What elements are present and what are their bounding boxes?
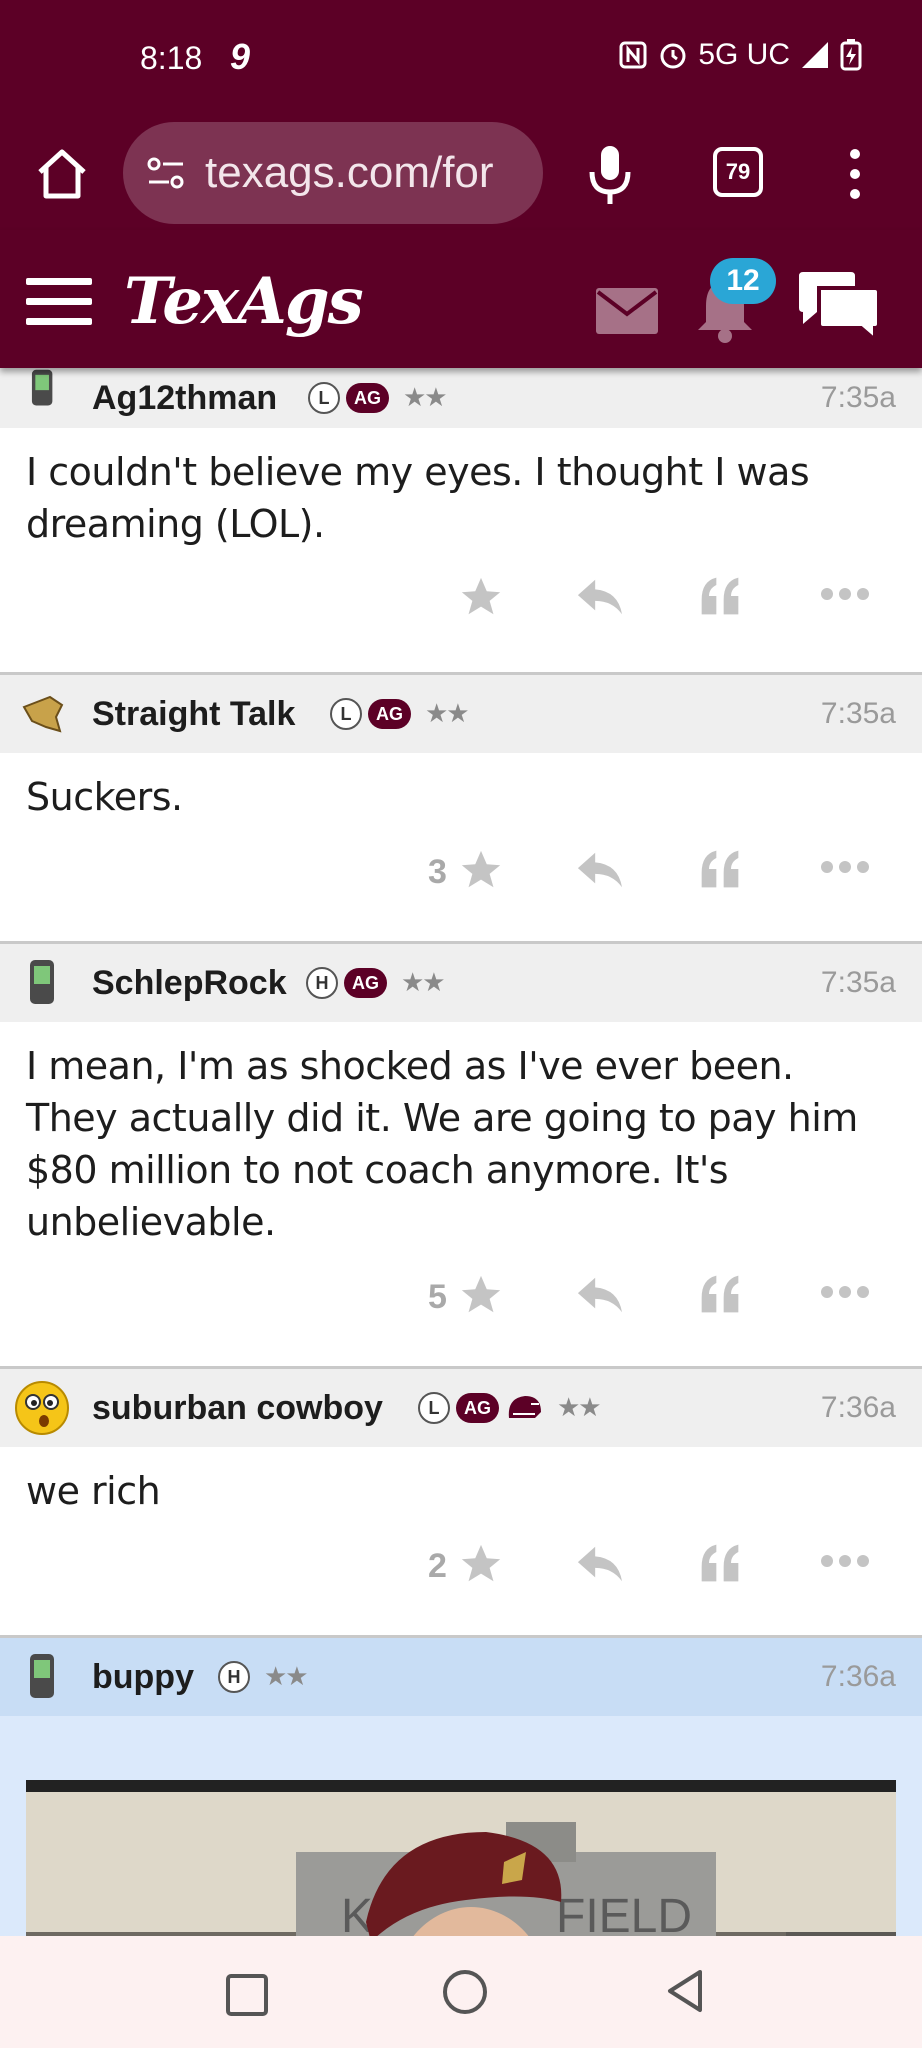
back-icon[interactable]	[664, 1968, 706, 2014]
ag-badge: AG	[346, 383, 389, 413]
network-type: 5G UC	[698, 38, 790, 71]
star-icon[interactable]	[458, 1541, 504, 1587]
post: Straight Talk L AG ★★ 7:35a Suckers. 3	[0, 675, 922, 944]
post-actions: 3	[0, 823, 922, 941]
mic-icon[interactable]	[580, 142, 640, 208]
post-body: I couldn't believe my eyes. I thought I …	[26, 450, 810, 546]
rating-stars: ★★	[425, 699, 470, 729]
battery-charging-icon	[840, 39, 862, 71]
more-options-icon[interactable]	[820, 1553, 870, 1569]
post-body: we rich	[26, 1469, 161, 1513]
post-actions	[0, 550, 922, 672]
post: SchlepRock H AG ★★ 7:35a I mean, I'm as …	[0, 944, 922, 1369]
star-icon[interactable]	[458, 574, 504, 620]
star-count: 5	[428, 1278, 447, 1316]
status-time: 8:18	[140, 40, 203, 76]
membership-badge: L	[308, 382, 340, 414]
post-username[interactable]: Straight Talk	[92, 695, 295, 734]
more-options-icon[interactable]	[820, 859, 870, 875]
membership-badge: L	[418, 1392, 450, 1424]
post-header: SchlepRock H AG ★★ 7:35a	[0, 944, 922, 1022]
carrier-glyph: 9	[230, 36, 251, 77]
membership-badge: H	[306, 967, 338, 999]
post-header: buppy H ★★ 7:36a	[0, 1638, 922, 1716]
mail-icon[interactable]	[596, 288, 658, 334]
phone-avatar-icon[interactable]	[20, 1650, 66, 1704]
user-badges: L AG ★★	[330, 698, 470, 730]
user-badges: H AG ★★	[306, 967, 446, 999]
post-body: I mean, I'm as shocked as I've ever been…	[26, 1044, 858, 1244]
post-time: 7:35a	[820, 381, 896, 414]
hamburger-icon[interactable]	[26, 278, 92, 328]
membership-badge: H	[218, 1661, 250, 1693]
recent-apps-button[interactable]	[226, 1974, 268, 2016]
star-icon[interactable]	[458, 1272, 504, 1318]
ag-badge: AG	[344, 968, 387, 998]
site-header: TexAgs 12	[0, 230, 922, 368]
nfc-icon	[619, 41, 647, 69]
star-count: 3	[428, 853, 447, 891]
post-actions: 5	[0, 1248, 922, 1366]
post-username[interactable]: SchlepRock	[92, 964, 287, 1003]
quote-icon[interactable]	[698, 574, 742, 618]
system-nav-bar	[0, 1936, 922, 2048]
post-username[interactable]: suburban cowboy	[92, 1389, 383, 1428]
home-icon[interactable]	[30, 142, 94, 206]
status-icons: 5G UC	[618, 38, 862, 72]
more-options-icon[interactable]	[820, 586, 870, 602]
home-button[interactable]	[443, 1970, 487, 2014]
address-bar[interactable]: texags.com/for	[123, 122, 543, 224]
reply-icon[interactable]	[574, 1272, 624, 1318]
star-count: 2	[428, 1547, 447, 1585]
post-time: 7:35a	[820, 966, 896, 999]
site-logo[interactable]: TexAgs	[124, 264, 364, 339]
surprised-face-avatar-icon[interactable]	[14, 1378, 70, 1438]
reply-icon[interactable]	[574, 847, 624, 893]
rating-stars: ★★	[403, 383, 448, 413]
ag-badge: AG	[456, 1393, 499, 1423]
more-icon[interactable]	[840, 144, 870, 204]
post-body: Suckers.	[26, 775, 183, 819]
post: Ag12thman L AG ★★ 7:35a I couldn't belie…	[0, 368, 922, 675]
ag-badge: AG	[368, 699, 411, 729]
post-time: 7:36a	[820, 1660, 896, 1693]
browser-toolbar: texags.com/for 79	[0, 120, 922, 230]
hand-avatar-icon[interactable]	[20, 687, 66, 741]
post-actions: 2	[0, 1517, 922, 1635]
more-options-icon[interactable]	[820, 1284, 870, 1300]
post-time: 7:36a	[820, 1391, 896, 1424]
post-header: Straight Talk L AG ★★ 7:35a	[0, 675, 922, 753]
reply-icon[interactable]	[574, 574, 624, 620]
rating-stars: ★★	[557, 1393, 602, 1423]
notification-count-badge[interactable]: 12	[710, 258, 776, 304]
membership-badge: L	[330, 698, 362, 730]
rating-stars: ★★	[264, 1662, 309, 1692]
quote-icon[interactable]	[698, 1541, 742, 1585]
quote-icon[interactable]	[698, 847, 742, 891]
chat-icon[interactable]	[795, 270, 883, 342]
site-settings-icon[interactable]	[145, 153, 187, 193]
quote-icon[interactable]	[698, 1272, 742, 1316]
post-username[interactable]: Ag12thman	[92, 379, 277, 418]
reply-feed: Ag12thman L AG ★★ 7:35a I couldn't belie…	[0, 368, 922, 2040]
rating-stars: ★★	[401, 968, 446, 998]
user-badges: H ★★	[218, 1661, 309, 1693]
status-bar: 8:18 9 5G UC	[0, 0, 922, 120]
tabs-icon[interactable]: 79	[713, 147, 763, 197]
helmet-icon	[508, 1396, 541, 1418]
star-icon[interactable]	[458, 847, 504, 893]
post-header: Ag12thman L AG ★★ 7:35a	[0, 368, 922, 428]
phone-avatar-icon[interactable]	[20, 368, 66, 414]
alarm-icon	[660, 43, 686, 69]
reply-icon[interactable]	[574, 1541, 624, 1587]
signal-icon	[802, 42, 828, 68]
post-header: suburban cowboy L AG ★★ 7:36a	[0, 1369, 922, 1447]
user-badges: L AG ★★	[308, 382, 448, 414]
phone-avatar-icon[interactable]	[20, 956, 66, 1010]
url-text: texags.com/for	[205, 148, 494, 197]
user-badges: L AG ★★	[418, 1392, 602, 1424]
post-time: 7:35a	[820, 697, 896, 730]
post-username[interactable]: buppy	[92, 1658, 194, 1697]
post: suburban cowboy L AG ★★ 7:36a we rich 2	[0, 1369, 922, 1638]
